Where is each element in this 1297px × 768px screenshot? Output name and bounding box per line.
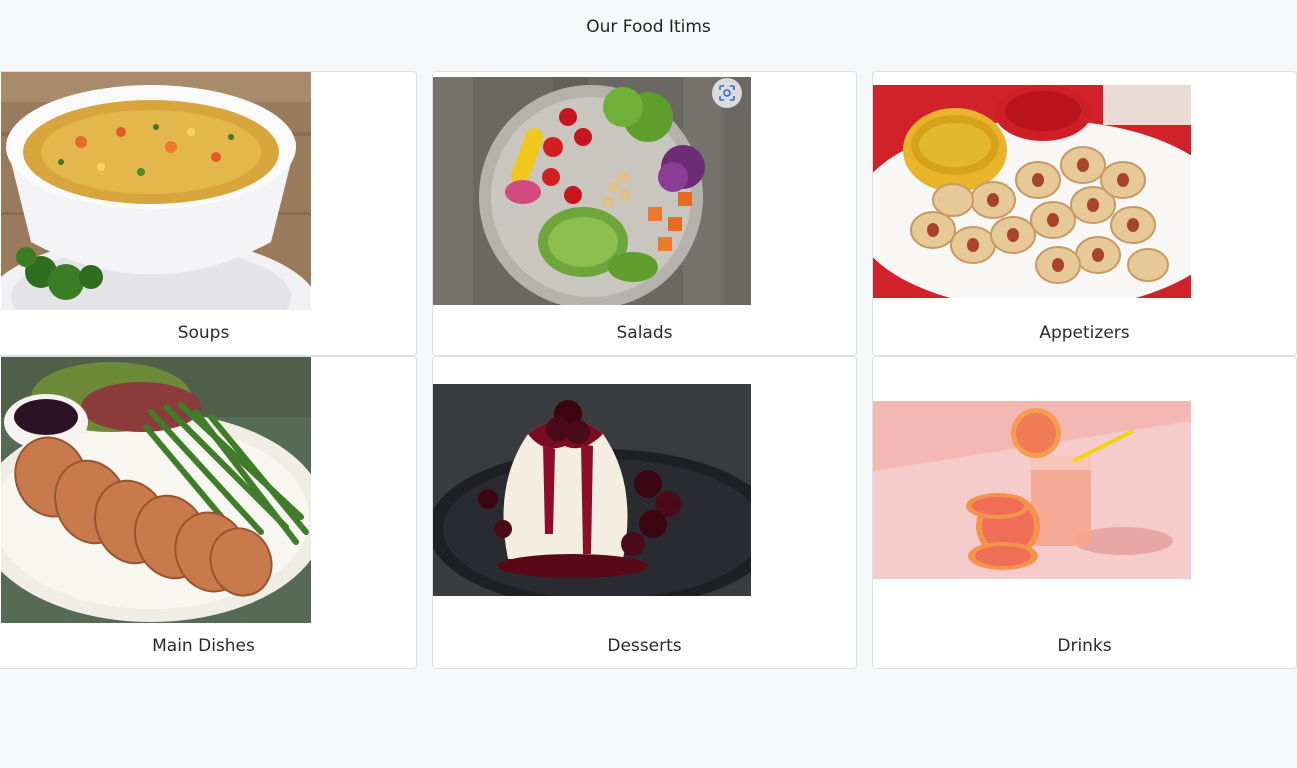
card-caption-main-dishes: Main Dishes: [152, 636, 255, 656]
salads-image: [433, 77, 751, 305]
card-caption-desserts: Desserts: [607, 636, 682, 656]
food-card-desserts[interactable]: Desserts: [432, 356, 857, 669]
card-caption-salads: Salads: [616, 323, 673, 343]
food-card-appetizers[interactable]: Appetizers: [872, 71, 1297, 356]
appetizers-image: [873, 85, 1191, 298]
card-caption-drinks: Drinks: [1057, 636, 1112, 656]
food-card-soups[interactable]: Soups: [0, 71, 417, 356]
page-title: Our Food Itims: [586, 17, 711, 37]
soups-image: [1, 72, 311, 310]
food-card-main-dishes[interactable]: Main Dishes: [0, 356, 417, 669]
drinks-image: [873, 401, 1191, 579]
image-search-button[interactable]: [712, 78, 742, 108]
food-card-drinks[interactable]: Drinks: [872, 356, 1297, 669]
card-caption-appetizers: Appetizers: [1039, 323, 1130, 343]
card-caption-soups: Soups: [177, 323, 230, 343]
desserts-image: [433, 384, 751, 596]
main-dishes-image: [1, 357, 311, 623]
lens-icon: [719, 85, 735, 101]
food-card-salads[interactable]: Salads: [432, 71, 857, 356]
